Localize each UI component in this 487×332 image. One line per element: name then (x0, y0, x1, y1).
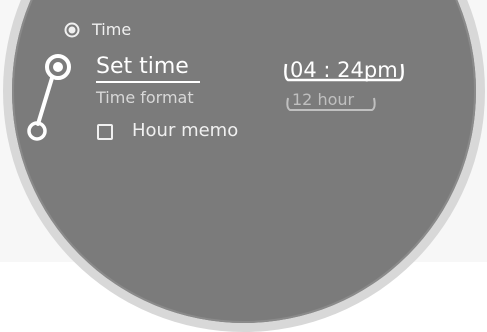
watch-screen (12, 0, 476, 323)
hour-memo-label[interactable]: Hour memo (132, 122, 238, 140)
header-title: Time (92, 20, 132, 39)
set-time-label[interactable]: Set time (96, 56, 189, 78)
time-format-label[interactable]: Time format (96, 90, 194, 106)
screenshot-frame: Time Set time 04 : 24pm Time format 12 h… (0, 0, 487, 332)
set-time-value[interactable]: 04 : 24pm (290, 60, 398, 81)
time-format-value[interactable]: 12 hour (292, 92, 354, 108)
time-icon (64, 22, 80, 38)
set-time-underline (96, 81, 200, 83)
hour-memo-checkbox[interactable] (97, 124, 113, 140)
